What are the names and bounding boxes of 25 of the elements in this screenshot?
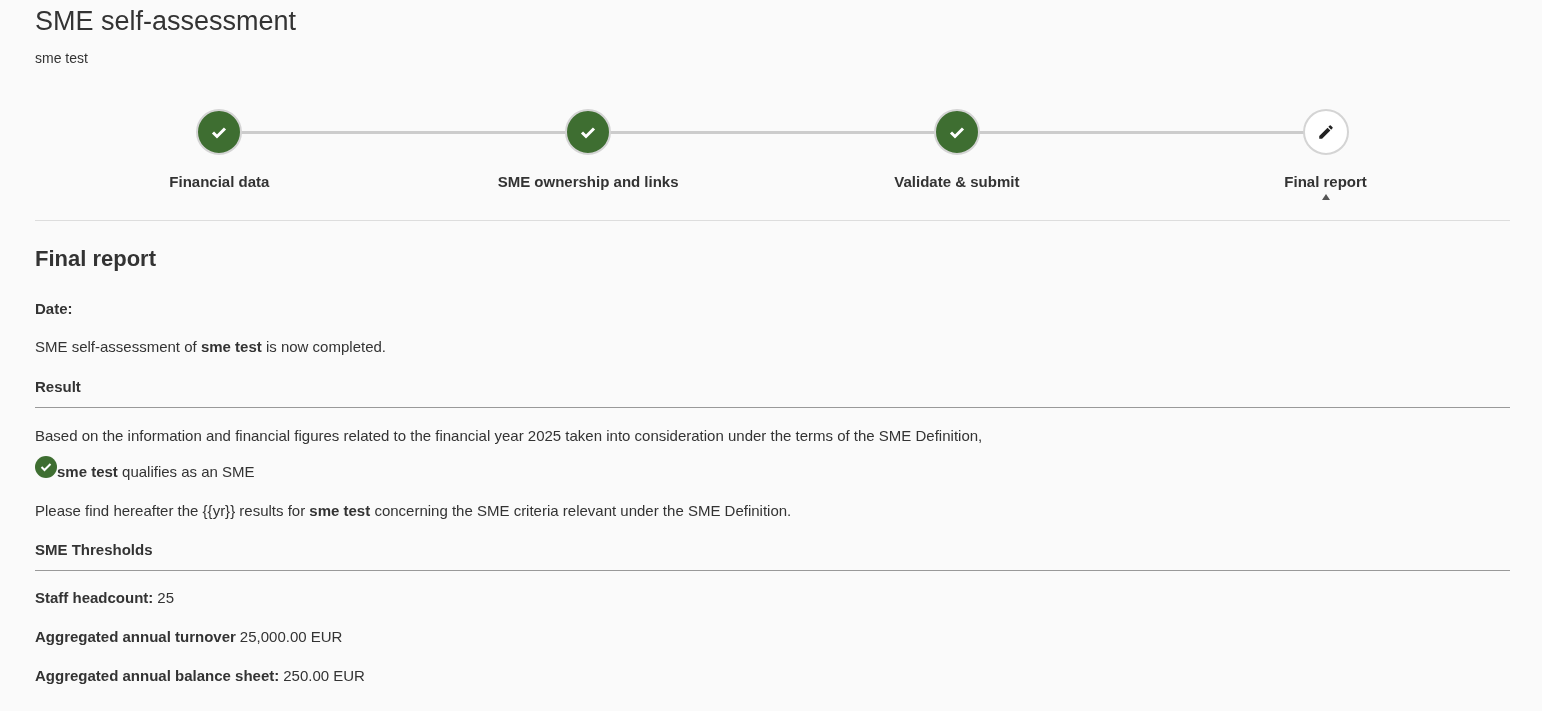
basis-text: Based on the information and financial figures related to the financial year 2025 taken into consideration under the terms of the SME Definition, (35, 427, 984, 445)
company-name: sme test (35, 49, 89, 67)
completion-text: SME self-assessment of sme test is now completed. (35, 338, 387, 356)
qualification-text: sme test qualifies as an SME (57, 463, 255, 481)
check-icon (580, 125, 597, 139)
threshold-label: Aggregated annual balance sheet: (35, 667, 280, 685)
step-label[interactable]: SME ownership and links (497, 173, 679, 191)
threshold-value: 25 (157, 589, 175, 607)
threshold-label: Staff headcount: (35, 589, 154, 607)
section-heading: Final report (35, 245, 157, 273)
check-icon (211, 125, 228, 139)
result-heading: Result (35, 378, 82, 396)
pencil-icon (1316, 123, 1335, 141)
step-label[interactable]: Validate & submit (894, 173, 1020, 191)
step-label[interactable]: Financial data (169, 173, 270, 191)
page-title: SME self-assessment (35, 5, 298, 37)
intro-text: Please find hereafter the {{yr}} results for sme test concerning the SME criteria relevant under the SME Definition. (35, 502, 793, 520)
threshold-value: 250.00 EUR (283, 667, 365, 685)
step-label[interactable]: Final report (1284, 173, 1367, 191)
threshold-label: Aggregated annual turnover (35, 628, 236, 646)
check-icon (948, 125, 965, 139)
thresholds-heading: SME Thresholds (35, 541, 154, 559)
threshold-value: 25,000.00 EUR (239, 628, 343, 646)
date-label: Date: (35, 300, 74, 318)
step-circle[interactable] (1302, 109, 1349, 155)
